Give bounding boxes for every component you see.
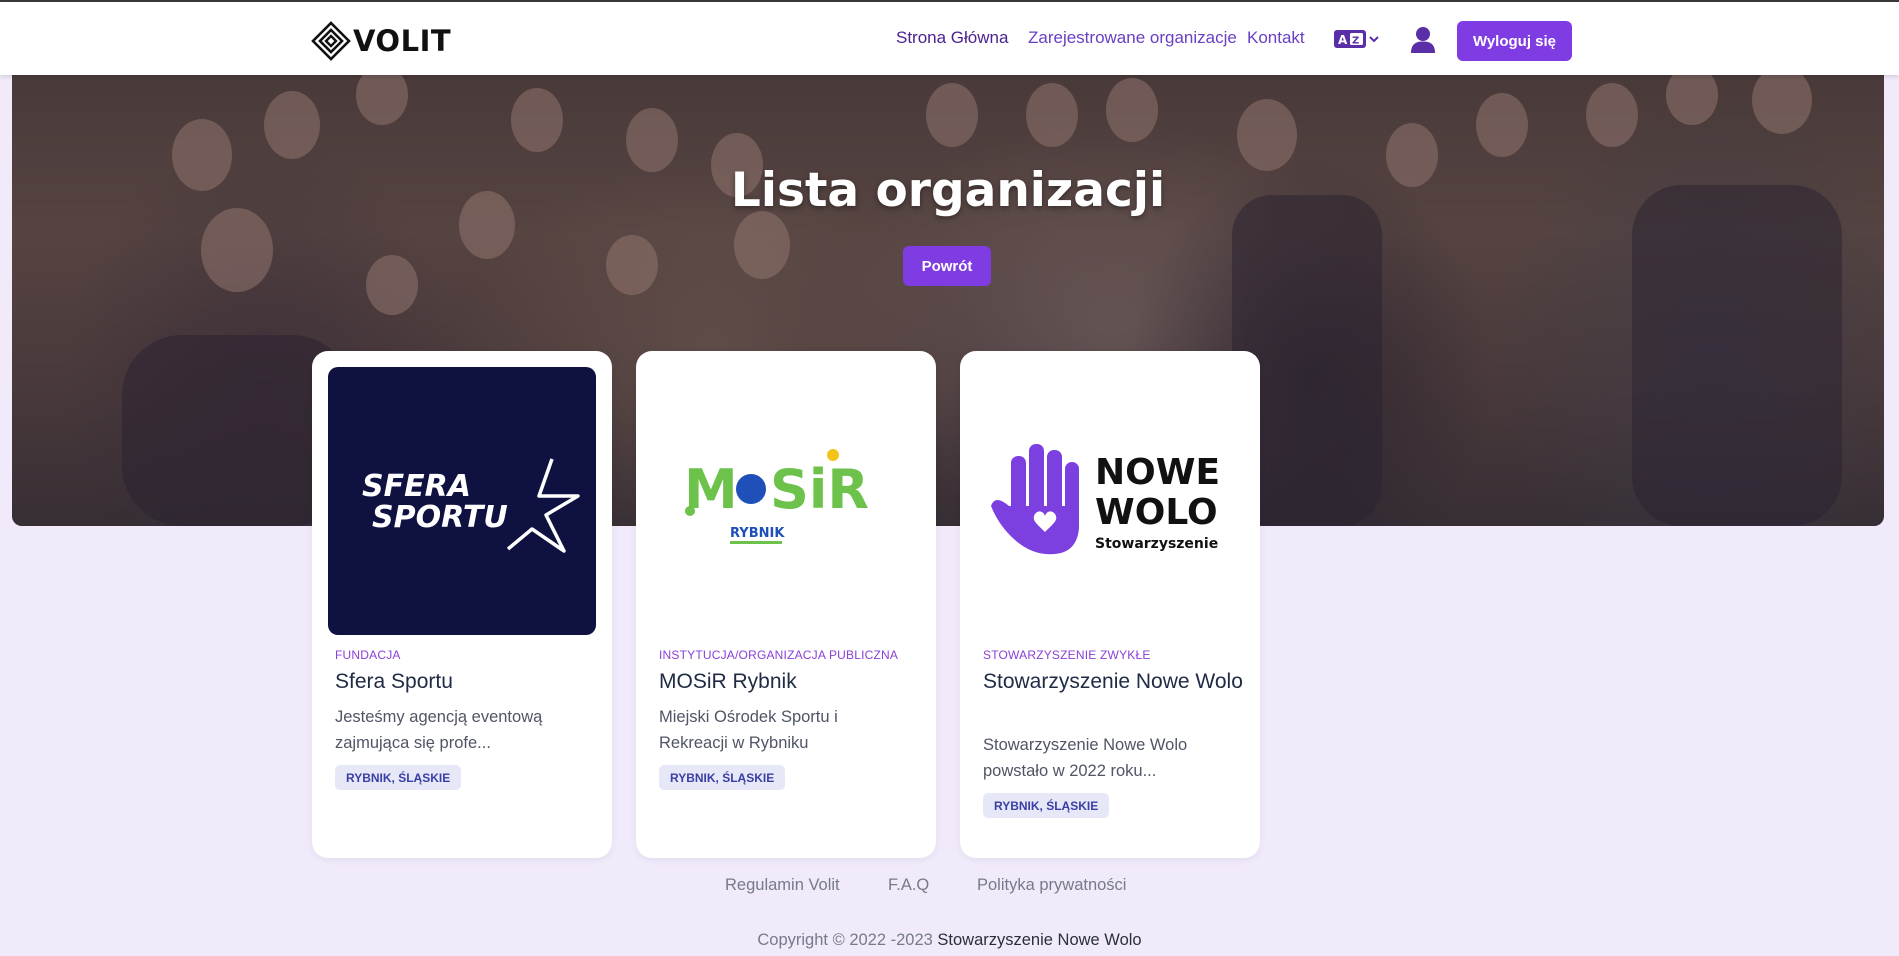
- organization-description: Jesteśmy agencją eventową zajmująca się …: [335, 708, 543, 752]
- organization-type: INSTYTUCJA/ORGANIZACJA PUBLICZNA: [659, 648, 899, 662]
- organization-name: MOSiR Rybnik: [659, 670, 797, 693]
- volit-logo[interactable]: VOLIT: [311, 19, 451, 63]
- organization-type: FUNDACJA: [335, 648, 401, 662]
- nowe-wolo-logo: NOWE WOLO Stowarzyszenie: [991, 444, 1220, 555]
- mosir-rybnik-logo: M SiR RYBNIK: [684, 449, 869, 544]
- nav-contact[interactable]: Kontakt: [1247, 28, 1305, 48]
- organization-description: Stowarzyszenie Nowe Wolo powstało w 2022…: [983, 736, 1188, 780]
- back-button[interactable]: Powrót: [903, 246, 991, 286]
- page-title: Lista organizacji: [730, 163, 1166, 218]
- svg-text:NOWE: NOWE: [1095, 452, 1220, 493]
- svg-text:Z: Z: [1352, 36, 1359, 47]
- logout-button[interactable]: Wyloguj się: [1457, 21, 1572, 61]
- volit-diamond-icon: [311, 21, 351, 61]
- footer-link-faq[interactable]: F.A.Q: [888, 876, 929, 895]
- footer-link-terms[interactable]: Regulamin Volit: [725, 876, 840, 895]
- organization-type: STOWARZYSZENIE ZWYKŁE: [983, 648, 1151, 662]
- svg-text:SiR: SiR: [770, 458, 869, 521]
- organization-name: Sfera Sportu: [335, 670, 453, 693]
- nav-registered-organizations[interactable]: Zarejestrowane organizacje: [1028, 28, 1237, 48]
- svg-text:SFERA: SFERA: [362, 469, 471, 504]
- svg-text:A: A: [1338, 33, 1348, 47]
- organization-card[interactable]: SFERA SPORTU FUNDACJA Sfera Sportu Jeste…: [312, 351, 612, 858]
- sfera-sportu-logo: SFERA SPORTU: [362, 458, 580, 553]
- hero-banner: Lista organizacji Powrót: [12, 75, 1884, 526]
- svg-text:Stowarzyszenie: Stowarzyszenie: [1095, 536, 1218, 552]
- location-badge: RYBNIK, ŚLĄSKIE: [659, 765, 786, 790]
- svg-text:WOLO: WOLO: [1095, 492, 1218, 533]
- translate-icon: A Z: [1334, 30, 1366, 48]
- footer-link-privacy[interactable]: Polityka prywatności: [977, 876, 1126, 895]
- copyright-owner[interactable]: Stowarzyszenie Nowe Wolo: [937, 931, 1141, 949]
- organization-logo: M SiR RYBNIK: [652, 367, 920, 635]
- location-badge: RYBNIK, ŚLĄSKIE: [983, 793, 1110, 818]
- copyright: Copyright © 2022 -2023 Stowarzyszenie No…: [0, 931, 1899, 950]
- organization-description: Miejski Ośrodek Sportu i Rekreacji w Ryb…: [659, 708, 838, 752]
- organization-card[interactable]: M SiR RYBNIK INSTYTUCJA/ORGANIZACJA PUBL…: [636, 351, 936, 858]
- organization-logo: SFERA SPORTU: [328, 367, 596, 635]
- logo-text: VOLIT: [353, 24, 452, 58]
- organization-name: Stowarzyszenie Nowe Wolo: [983, 670, 1243, 693]
- nav-home[interactable]: Strona Główna: [896, 28, 1008, 48]
- site-header: VOLIT Strona Główna Zarejestrowane organ…: [0, 2, 1899, 75]
- organization-logo: NOWE WOLO Stowarzyszenie: [976, 367, 1244, 635]
- svg-text:SPORTU: SPORTU: [372, 500, 508, 535]
- user-icon[interactable]: [1410, 26, 1436, 54]
- chevron-down-icon: [1369, 36, 1379, 43]
- organization-card[interactable]: NOWE WOLO Stowarzyszenie STOWARZYSZENIE …: [960, 351, 1260, 858]
- location-badge: RYBNIK, ŚLĄSKIE: [335, 765, 462, 790]
- svg-text:RYBNIK: RYBNIK: [730, 526, 785, 541]
- copyright-text: Copyright © 2022 -2023: [757, 931, 933, 949]
- hero-overlay: [12, 75, 1884, 526]
- language-switcher[interactable]: A Z: [1334, 30, 1380, 48]
